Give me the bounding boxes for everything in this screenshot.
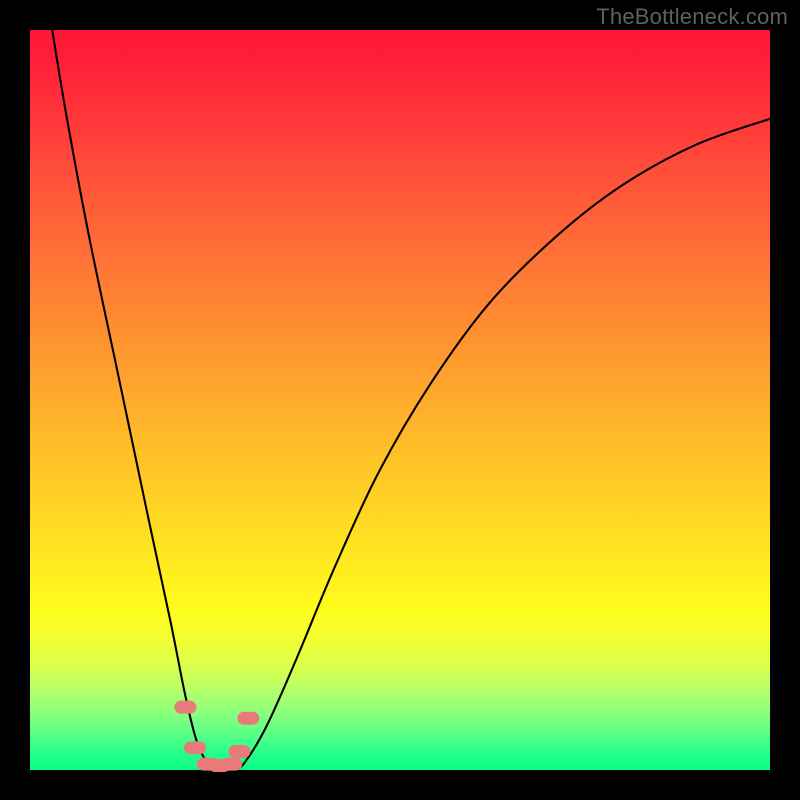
watermark-text: TheBottleneck.com: [596, 4, 788, 30]
marker-bottom-c: [220, 758, 242, 771]
bottleneck-curve: [52, 30, 770, 771]
marker-right-upper: [237, 712, 259, 725]
marker-left-upper: [174, 701, 196, 714]
marker-right-lower: [228, 745, 250, 758]
chart-overlay-svg: [30, 30, 770, 770]
marker-left-lower: [184, 741, 206, 754]
chart-frame: TheBottleneck.com: [0, 0, 800, 800]
